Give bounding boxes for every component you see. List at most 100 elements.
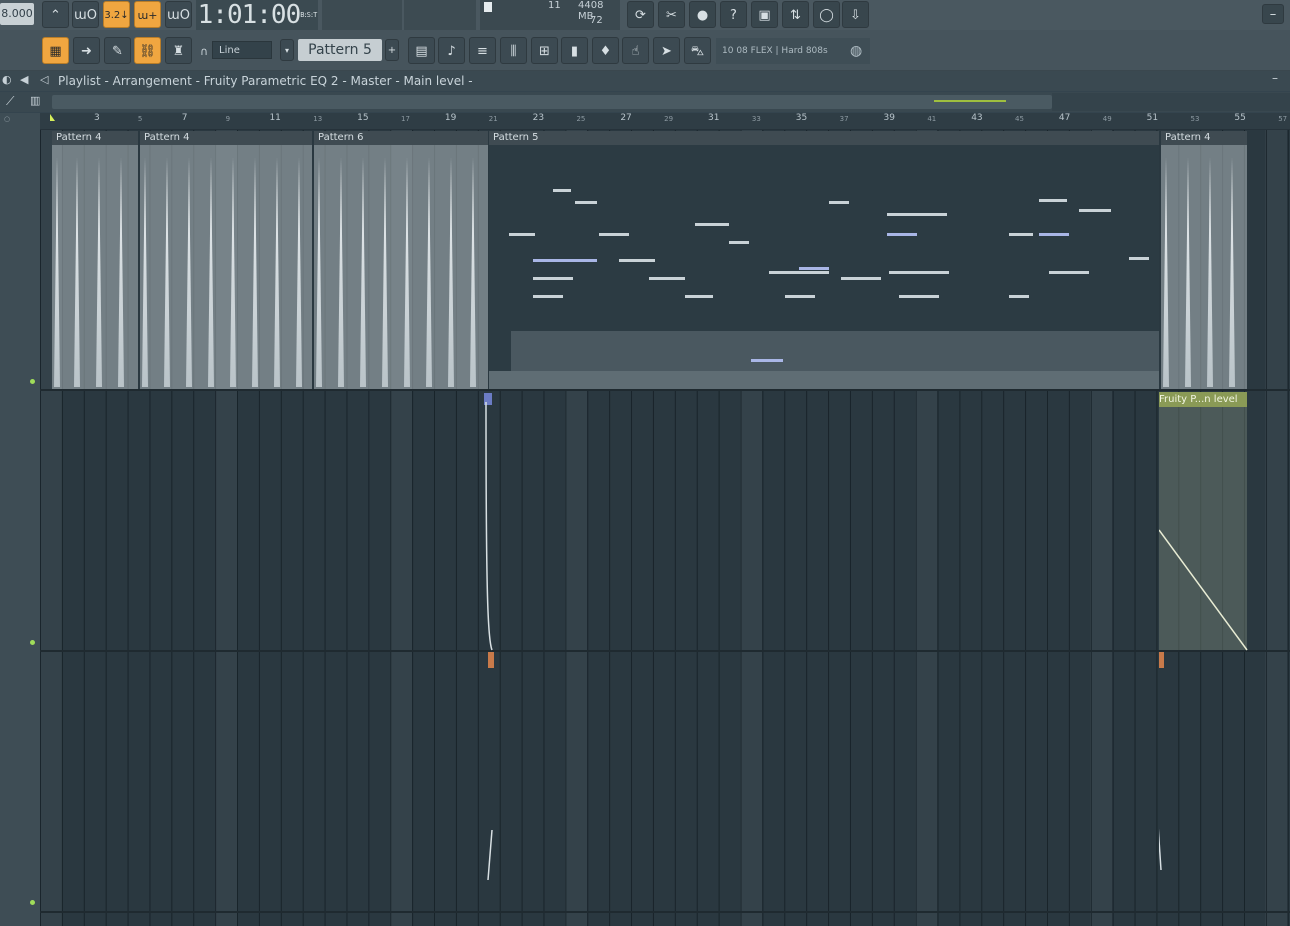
globe-icon[interactable]: ◍ xyxy=(850,43,862,59)
breadcrumb[interactable]: Playlist - Arrangement - Fruity Parametr… xyxy=(58,71,473,91)
note xyxy=(619,259,655,262)
tempo-display[interactable]: 8.000 xyxy=(0,3,34,25)
record-icon[interactable]: ○ xyxy=(4,115,10,123)
ruler-tick: 25 xyxy=(576,115,586,123)
draw-tool-icon[interactable]: ⟋ xyxy=(6,94,14,109)
blend-notes-button[interactable]: ɯ+ xyxy=(134,1,161,28)
cpu-voices: 11 xyxy=(548,0,561,11)
ruler-tick: 31 xyxy=(708,113,720,123)
pattern-clip[interactable]: Pattern 6 xyxy=(314,131,488,389)
track-separator xyxy=(40,650,1290,652)
plugin-database-icon[interactable]: ♦ xyxy=(592,37,619,64)
clip-title: Pattern 4 xyxy=(140,131,312,145)
countdown-button[interactable]: 3.2↓ xyxy=(103,1,130,28)
note xyxy=(1049,271,1089,274)
ruler-tick: 41 xyxy=(927,115,937,123)
minimize-icon[interactable]: – xyxy=(1262,4,1284,24)
track-3-indicator[interactable] xyxy=(30,900,35,905)
arrow-tool-icon[interactable]: ➜ xyxy=(73,37,100,64)
song-start-marker[interactable] xyxy=(50,114,55,121)
export-icon[interactable]: ⇅ xyxy=(782,1,809,28)
stamp-tool-icon[interactable]: ♜ xyxy=(165,37,192,64)
arrow-icon[interactable]: ◁ xyxy=(40,73,48,86)
ruler-tick: 3 xyxy=(94,113,100,123)
pattern-clip[interactable]: Pattern 4 xyxy=(52,131,138,389)
speaker-icon[interactable]: ◀ xyxy=(20,73,28,86)
clip-title: Pattern 4 xyxy=(1161,131,1247,145)
snap-select[interactable]: Line xyxy=(212,41,272,59)
ruler-tick: 15 xyxy=(357,113,369,123)
ruler-tick: 23 xyxy=(532,113,545,123)
channel-rack-icon[interactable]: ≡ xyxy=(469,37,496,64)
window-menu-icon[interactable]: – xyxy=(1272,71,1278,85)
save-icon[interactable]: ▣ xyxy=(751,1,778,28)
pattern-shade xyxy=(489,371,1159,389)
download-icon[interactable]: ⇩ xyxy=(842,1,869,28)
note xyxy=(533,259,597,262)
note xyxy=(1129,257,1149,260)
magnet-icon[interactable]: ∩ xyxy=(200,45,208,58)
note xyxy=(887,233,917,236)
metronome-button[interactable]: ⌃ xyxy=(42,1,69,28)
note xyxy=(1009,233,1033,236)
note xyxy=(1009,295,1029,298)
timeline-ruler[interactable]: 3 5 7 9 11 13 15 17 19 21 23 25 27 29 31 33 35 37 39 41 43 45… xyxy=(40,113,1290,130)
horizontal-scrollbar[interactable] xyxy=(52,95,1052,109)
news-ticker[interactable]: 10 08 FLEX | Hard 808s xyxy=(716,38,870,64)
pencil-tool-icon[interactable]: ✎ xyxy=(104,37,131,64)
note xyxy=(599,233,629,236)
wait-input-button[interactable]: ɯO xyxy=(72,1,99,28)
zoom-icon[interactable]: ◐ xyxy=(2,73,12,86)
note xyxy=(1039,233,1069,236)
microphone-icon[interactable]: ● xyxy=(689,1,716,28)
pattern-menu-button[interactable]: ▾ xyxy=(280,39,294,61)
pattern-clip[interactable]: Pattern 5 xyxy=(489,131,1159,389)
scroll-region[interactable] xyxy=(1052,93,1290,111)
help-icon[interactable]: ? xyxy=(720,1,747,28)
link-tool-icon[interactable]: ⛓ xyxy=(134,37,161,64)
loop-record-button[interactable]: ɯO xyxy=(165,1,192,28)
note xyxy=(649,277,685,280)
fl-cloud-icon[interactable]: ➤ xyxy=(653,37,680,64)
track-separator xyxy=(40,389,1290,391)
ruler-tick: 11 xyxy=(269,113,281,123)
undo-history-icon[interactable]: ⟳ xyxy=(627,1,654,28)
ruler-tick: 53 xyxy=(1190,115,1200,123)
piano-icon[interactable]: ▥ xyxy=(30,94,40,107)
mixer-icon[interactable]: ⫼ xyxy=(500,37,527,64)
ruler-tick: 9 xyxy=(225,115,231,123)
chat-icon[interactable]: ◯ xyxy=(813,1,840,28)
note xyxy=(533,277,573,280)
pattern-clip[interactable]: Pattern 4 xyxy=(1161,131,1247,389)
ruler-tick: 29 xyxy=(664,115,674,123)
ruler-tick: 43 xyxy=(971,113,983,123)
browser-icon[interactable]: ⊞ xyxy=(531,37,558,64)
note xyxy=(685,295,713,298)
piano-roll-icon[interactable]: ♪ xyxy=(438,37,465,64)
ruler-tick: 33 xyxy=(751,115,761,123)
ruler-tick: 7 xyxy=(181,113,188,123)
waveform-spike xyxy=(316,157,322,387)
note xyxy=(887,213,947,216)
track-2-indicator[interactable] xyxy=(30,640,35,645)
waveform-spike xyxy=(274,157,280,387)
polyphony-count: 72 xyxy=(590,15,603,26)
cut-tools-icon[interactable]: ✂ xyxy=(658,1,685,28)
playlist-view-icon[interactable]: ▤ xyxy=(408,37,435,64)
waveform-spike xyxy=(230,157,236,387)
note xyxy=(695,223,729,226)
add-pattern-button[interactable]: + xyxy=(385,39,399,61)
song-position-display[interactable]: 1:01:00B:S:T xyxy=(196,0,318,30)
output-monitor xyxy=(404,0,476,30)
plugin-picker-icon[interactable]: ▮ xyxy=(561,37,588,64)
track-1-indicator[interactable] xyxy=(30,379,35,384)
pattern-clip[interactable]: Pattern 4 xyxy=(140,131,312,389)
touch-keyboard-icon[interactable]: ☝ xyxy=(622,37,649,64)
pattern-selector[interactable]: Pattern 5 xyxy=(298,39,382,61)
automation-envelope[interactable] xyxy=(1159,400,1251,910)
ruler-tick: 57 xyxy=(1278,115,1288,123)
automation-curve[interactable] xyxy=(480,400,500,910)
playlist-tool-icon[interactable]: ▦ xyxy=(42,37,69,64)
track-header-strip: ○ xyxy=(0,113,41,926)
cart-icon[interactable]: ⛍ xyxy=(684,37,711,64)
